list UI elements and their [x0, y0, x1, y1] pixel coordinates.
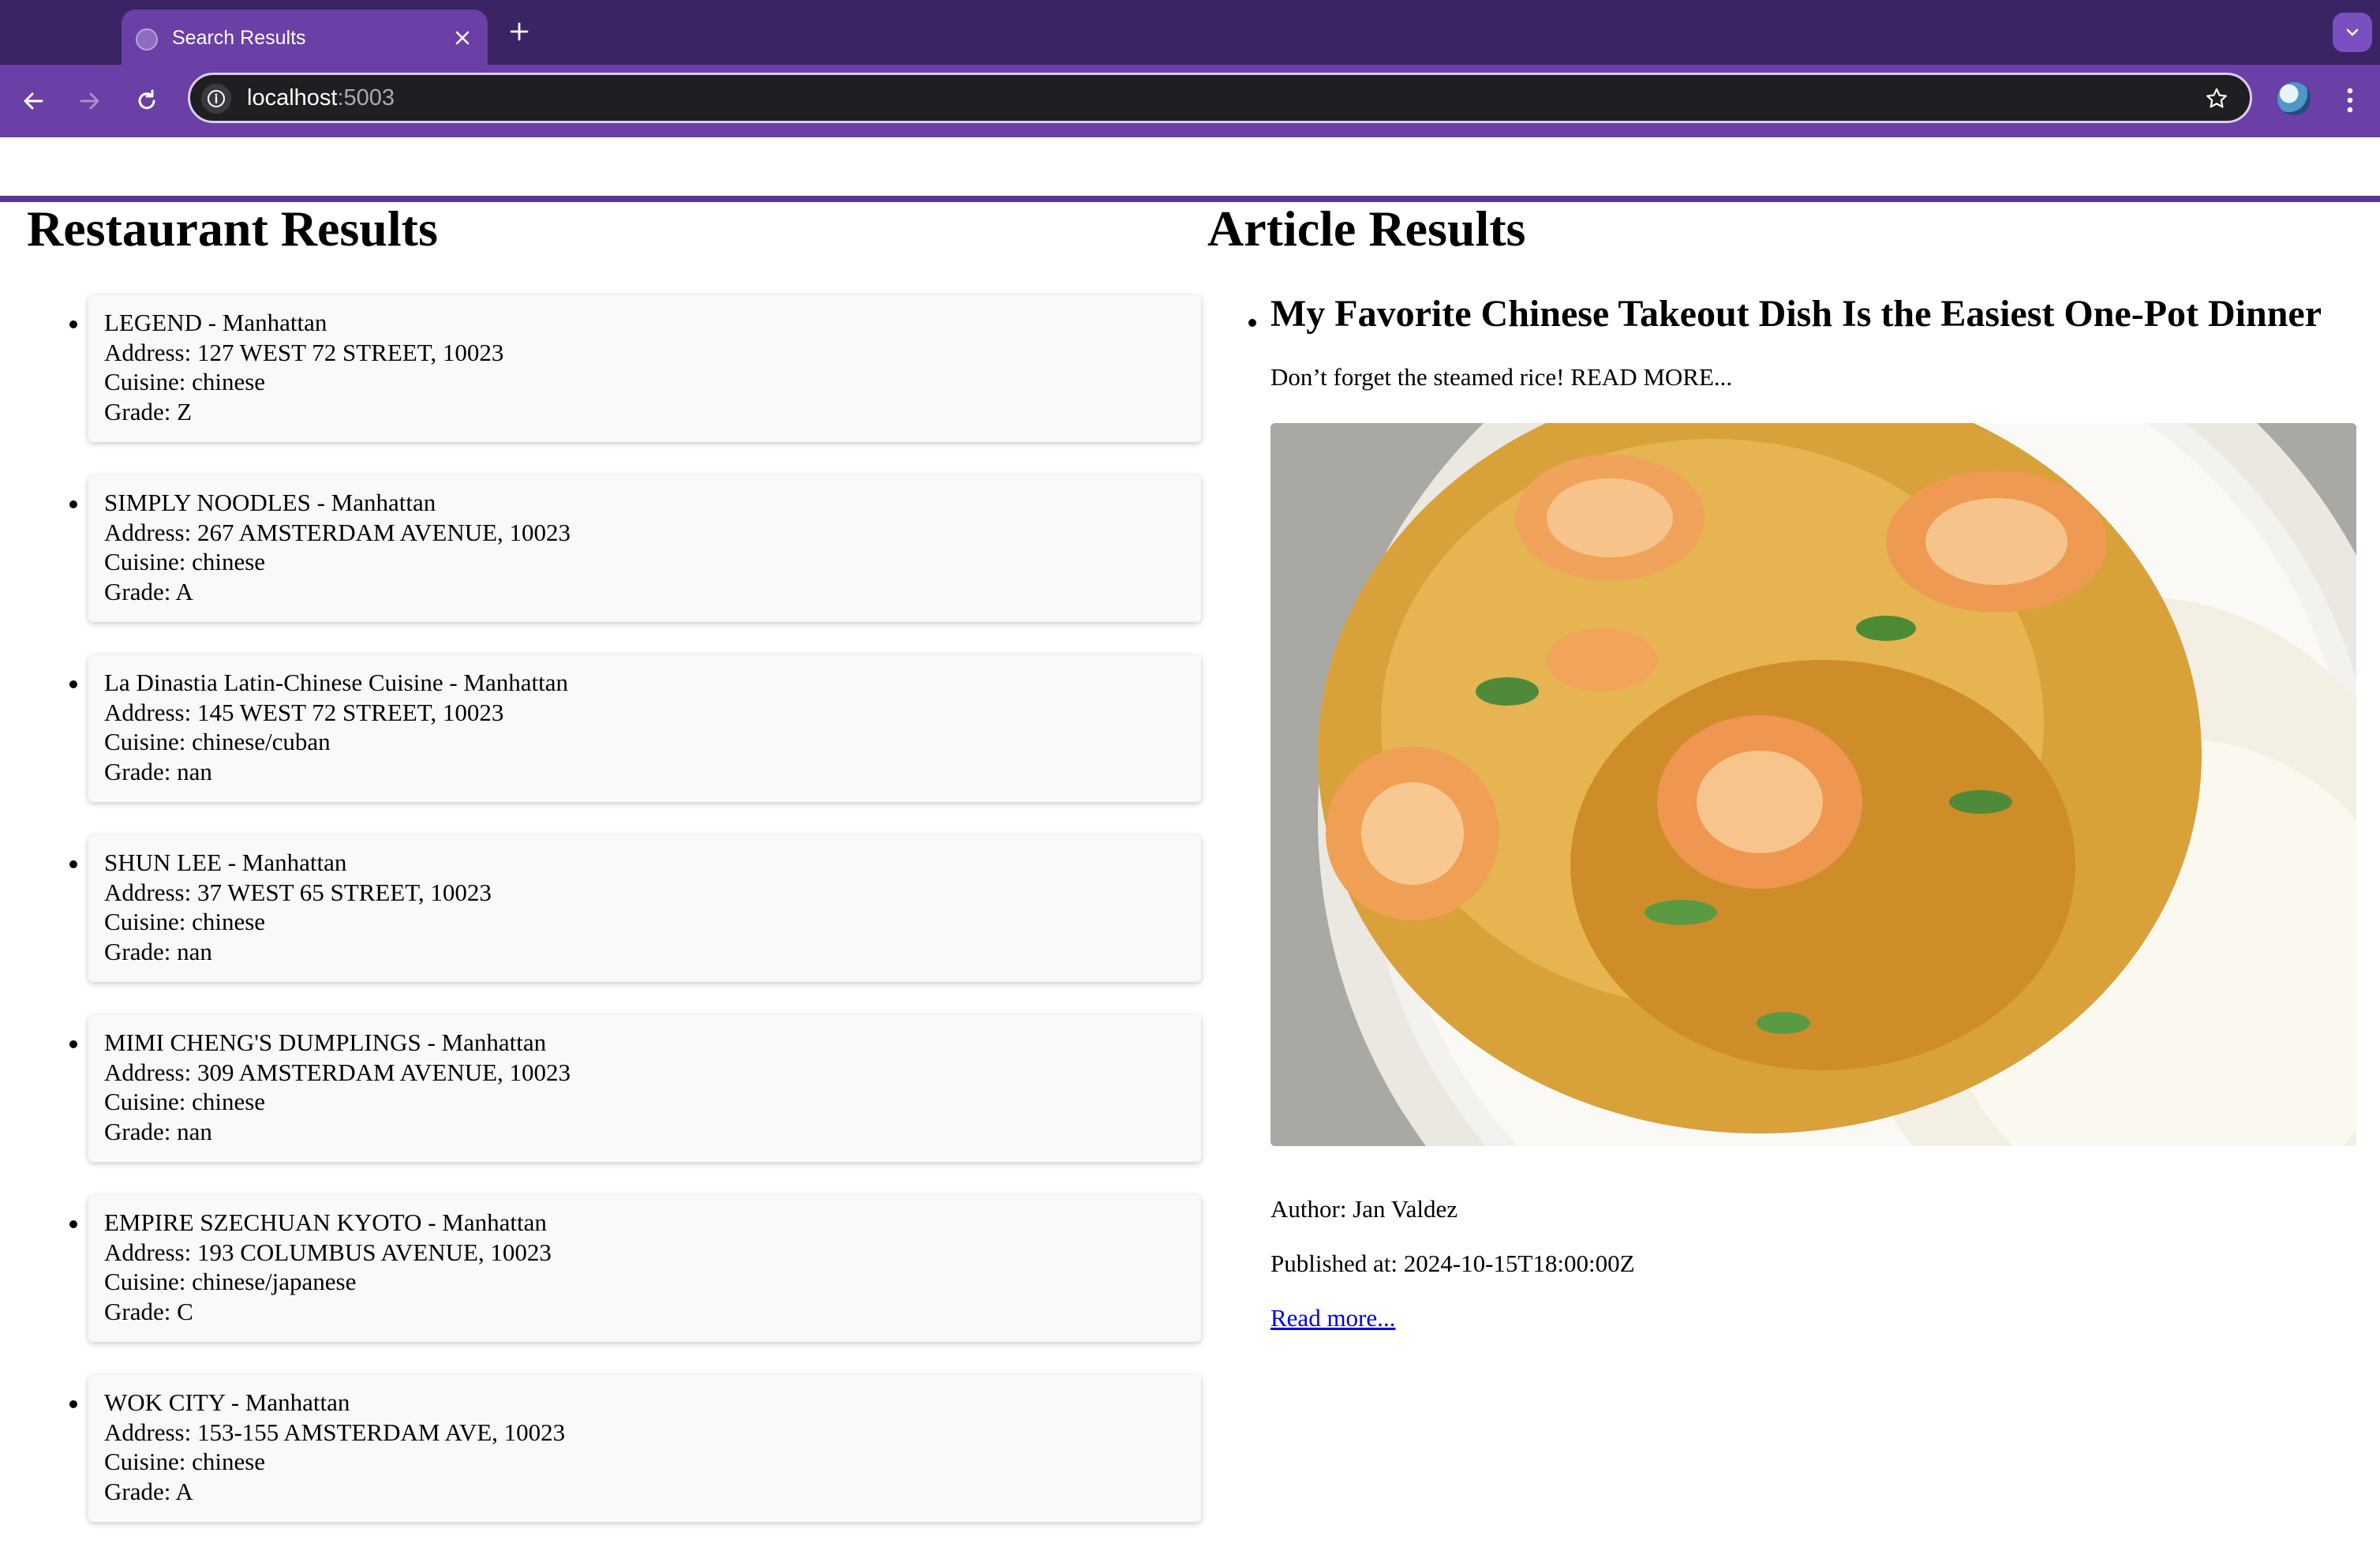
list-bullet	[69, 1220, 77, 1228]
restaurant-grade: Grade: Z	[104, 397, 193, 425]
restaurant-results-section: Restaurant Results LEGEND - Manhattan Ad…	[27, 197, 1201, 1522]
read-more-link[interactable]: Read more...	[1270, 1304, 1395, 1332]
list-bullet	[69, 860, 77, 868]
restaurant-address: Address: 145 WEST 72 STREET, 10023	[104, 698, 504, 726]
restaurant-name: EMPIRE SZECHUAN KYOTO - Manhattan	[104, 1208, 547, 1236]
restaurant-card: MIMI CHENG'S DUMPLINGS - Manhattan Addre…	[88, 1015, 1201, 1162]
restaurant-grade: Grade: C	[104, 1297, 193, 1325]
restaurant-name: La Dinastia Latin-Chinese Cuisine - Manh…	[104, 669, 568, 696]
restaurant-cuisine: Cuisine: chinese	[104, 1448, 266, 1475]
restaurant-card: SIMPLY NOODLES - Manhattan Address: 267 …	[88, 475, 1201, 622]
close-tab-icon[interactable]	[447, 22, 478, 54]
restaurant-name: LEGEND - Manhattan	[104, 309, 327, 336]
restaurant-card: SHUN LEE - Manhattan Address: 37 WEST 65…	[88, 835, 1201, 982]
restaurant-name: MIMI CHENG'S DUMPLINGS - Manhattan	[104, 1029, 547, 1056]
profile-avatar[interactable]	[2277, 82, 2311, 115]
new-tab-icon[interactable]	[502, 14, 537, 49]
restaurant-cuisine: Cuisine: chinese/cuban	[104, 728, 331, 755]
restaurant-card: WOK CITY - Manhattan Address: 153-155 AM…	[88, 1375, 1201, 1522]
article-title: My Favorite Chinese Takeout Dish Is the …	[1270, 293, 2322, 335]
globe-icon	[136, 28, 158, 51]
address-bar[interactable]: localhost:5003	[188, 73, 2252, 123]
url-host: localhost	[247, 85, 338, 111]
more-vert-icon[interactable]	[2333, 81, 2367, 120]
restaurant-cuisine: Cuisine: chinese	[104, 1088, 266, 1115]
restaurant-grade: Grade: nan	[104, 757, 212, 785]
restaurant-card: EMPIRE SZECHUAN KYOTO - Manhattan Addres…	[88, 1195, 1201, 1342]
star-icon[interactable]	[2201, 83, 2232, 114]
restaurant-address: Address: 37 WEST 65 STREET, 10023	[104, 878, 492, 906]
forward-arrow-icon[interactable]	[69, 81, 110, 122]
restaurant-grade: Grade: nan	[104, 937, 212, 965]
article-results-section: Article Results My Favorite Chinese Take…	[1207, 197, 2359, 1332]
article-author: Author: Jan Valdez	[1270, 1195, 1458, 1223]
restaurant-cuisine: Cuisine: chinese	[104, 908, 266, 935]
list-bullet	[69, 1040, 77, 1048]
reload-icon[interactable]	[126, 81, 167, 122]
restaurant-name: SIMPLY NOODLES - Manhattan	[104, 489, 436, 516]
restaurant-cuisine: Cuisine: chinese	[104, 548, 266, 575]
restaurant-results-heading: Restaurant Results	[27, 200, 438, 257]
restaurant-grade: Grade: A	[104, 1477, 193, 1505]
list-bullet	[69, 320, 77, 328]
restaurant-card: La Dinastia Latin-Chinese Cuisine - Manh…	[88, 655, 1201, 802]
article-description: Don’t forget the steamed rice! READ MORE…	[1270, 363, 1733, 391]
list-bullet	[69, 500, 77, 508]
tab-strip: Search Results	[0, 0, 2380, 65]
url-port: :5003	[337, 85, 395, 111]
article-results-heading: Article Results	[1207, 200, 1526, 257]
tab-title: Search Results	[172, 27, 306, 49]
browser-toolbar: localhost:5003	[0, 65, 2380, 202]
tab-search-icon[interactable]	[2333, 13, 2372, 52]
restaurant-address: Address: 153-155 AMSTERDAM AVE, 10023	[104, 1418, 566, 1446]
article-image	[1270, 423, 2356, 1146]
restaurant-grade: Grade: A	[104, 577, 193, 605]
restaurant-address: Address: 267 AMSTERDAM AVENUE, 10023	[104, 518, 571, 546]
article-published-date: Published at: 2024-10-15T18:00:00Z	[1270, 1250, 1635, 1277]
list-bullet	[69, 1400, 77, 1408]
list-bullet	[69, 680, 77, 688]
restaurant-address: Address: 309 AMSTERDAM AVENUE, 10023	[104, 1058, 571, 1086]
restaurant-address: Address: 193 COLUMBUS AVENUE, 10023	[104, 1238, 552, 1266]
restaurant-grade: Grade: nan	[104, 1117, 212, 1145]
info-icon[interactable]	[201, 84, 231, 114]
back-arrow-icon[interactable]	[13, 81, 54, 122]
restaurant-name: SHUN LEE - Manhattan	[104, 849, 347, 876]
url-text[interactable]: localhost:5003	[247, 85, 395, 111]
restaurant-cuisine: Cuisine: chinese/japanese	[104, 1268, 357, 1295]
restaurant-address: Address: 127 WEST 72 STREET, 10023	[104, 338, 504, 366]
restaurant-cuisine: Cuisine: chinese	[104, 368, 266, 395]
restaurant-card: LEGEND - Manhattan Address: 127 WEST 72 …	[88, 295, 1201, 442]
browser-tab[interactable]: Search Results	[122, 9, 488, 65]
list-bullet	[1248, 319, 1256, 327]
restaurant-name: WOK CITY - Manhattan	[104, 1388, 350, 1416]
